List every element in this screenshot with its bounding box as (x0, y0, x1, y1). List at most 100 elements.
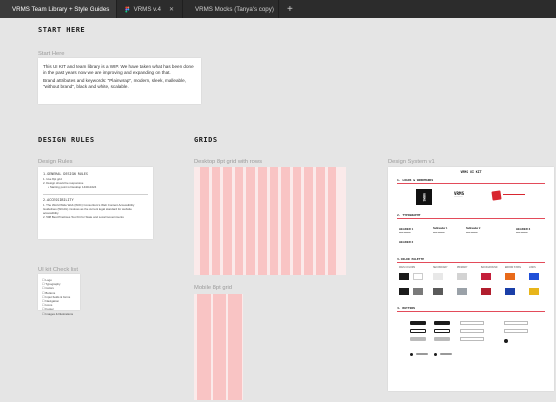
typo-sample-text: ▬▬ ▬▬▬ (399, 232, 411, 234)
color-swatch (529, 273, 539, 280)
swatch-group-label: ERROR STATE (505, 267, 521, 269)
plus-icon: + (287, 3, 293, 15)
vrms-logo-dark: VRMS (416, 189, 432, 205)
start-paragraph-2: Brand attributes and keywords: "Plainwra… (43, 78, 186, 90)
grid-column (200, 167, 209, 275)
frame-label-desktop-grid[interactable]: Desktop 8pt grid with rows (194, 159, 262, 165)
section-heading-design-rules: DESIGN RULES (38, 136, 95, 144)
grid-column (292, 167, 302, 275)
color-swatch (413, 273, 423, 280)
tab-team-library[interactable]: VRMS Team Library + Style Guides (0, 0, 117, 18)
color-swatch (457, 288, 467, 295)
grid-column (269, 167, 279, 275)
tab-label: VRMS Team Library + Style Guides (12, 5, 110, 13)
ds-divider (397, 262, 545, 263)
typo-header-1: HEADER 1 (399, 227, 414, 231)
close-icon[interactable]: ✕ (169, 6, 174, 13)
rules-section-2: 2.ACCESSIBILITY (43, 198, 74, 203)
sample-button-disabled (410, 337, 426, 341)
color-swatch (433, 288, 443, 295)
sample-label (416, 353, 428, 355)
grid-column (211, 167, 221, 275)
sample-radio (410, 353, 413, 356)
canvas[interactable]: START HERE Start Here This UI KIT and te… (0, 18, 556, 402)
color-swatch (529, 288, 539, 295)
color-swatch (505, 273, 515, 280)
ds-section-logos: 1. LOGOS & WORDMARKS (397, 178, 434, 182)
sample-radio (434, 353, 437, 356)
swatch-group-label: LINKS (529, 267, 536, 269)
ds-divider (397, 218, 545, 219)
design-system-frame[interactable]: VRMS UI KIT 1. LOGOS & WORDMARKS VRMS VR… (388, 167, 554, 391)
vrms-logo-red (491, 190, 502, 201)
sample-input (460, 329, 484, 333)
logo-red-line (503, 194, 525, 195)
frame-label-mobile-grid[interactable]: Mobile 8pt grid (194, 285, 232, 291)
tab-label: VRMS Mocks (Tanya's copy) (195, 5, 274, 13)
rules-section-1: 1.GENERAL DESIGN RULES (43, 172, 88, 176)
frame-label-design-system[interactable]: Design System v1 (388, 159, 435, 165)
typo-sample-text: ▬▬ ▬▬▬ (516, 232, 528, 234)
divider (43, 193, 148, 195)
swatch-group-label: MAIN COLORS (399, 267, 416, 269)
design-rules-frame[interactable]: 1.GENERAL DESIGN RULES 1. Use 8pt grid 2… (38, 167, 153, 239)
sample-radio (504, 339, 508, 343)
frame-label-start[interactable]: Start Here (38, 51, 64, 57)
mobile-grid-frame[interactable] (194, 294, 243, 400)
checklist-frame[interactable]: ☐ Logo ☐ Typography ☐ Colors ☐ Buttons ☐… (38, 274, 80, 316)
tab-vrms-mocks[interactable]: VRMS Mocks (Tanya's copy) (183, 0, 279, 18)
ds-divider (397, 183, 545, 184)
typo-header-2: HEADER 2 (399, 240, 414, 244)
color-swatch (413, 288, 423, 295)
ds-section-color: 3.COLOR PALETTE (397, 257, 425, 261)
grid-column (234, 167, 244, 275)
sample-button-secondary (434, 329, 450, 333)
tab-label: VRMS v.4 (133, 5, 161, 13)
color-swatch (505, 288, 515, 295)
color-swatch (457, 273, 467, 280)
sample-button-disabled (434, 337, 450, 341)
typo-header-3: HEADER 3 (516, 227, 531, 231)
ds-section-buttons: 4. BUTTONS (397, 306, 416, 310)
section-heading-start: START HERE (38, 26, 86, 34)
swatch-group-label: SECONDARY (433, 267, 448, 269)
swatch-group-label: BACKGROUND (481, 267, 498, 269)
vrms-wordmark: VRMS ———————— (454, 191, 465, 198)
sample-input (504, 321, 528, 325)
rules-list-2: 1. The World Wide Web (W3C) Consortium's… (43, 203, 135, 220)
start-here-frame[interactable]: This UI KIT and team library is a WIP. W… (38, 58, 201, 104)
sample-label (440, 353, 452, 355)
checklist-items: ☐ Logo ☐ Typography ☐ Colors ☐ Buttons ☐… (42, 278, 74, 316)
figma-icon (125, 6, 130, 12)
grid-column (327, 167, 337, 275)
tab-bar: VRMS Team Library + Style Guides VRMS v.… (0, 0, 556, 18)
color-swatch (433, 273, 443, 280)
grid-column (315, 167, 325, 275)
rules-list-1: 1. Use 8pt grid 2. Design should be resp… (43, 177, 97, 189)
ds-divider (397, 311, 545, 312)
color-swatch (399, 273, 409, 280)
sample-input (460, 321, 484, 325)
sample-button-primary (434, 321, 450, 325)
typo-subheader-2: Subheader 2 (466, 227, 481, 230)
ds-section-typography: 2. TYPOGRAPHY (397, 213, 421, 217)
sample-button-secondary (410, 329, 426, 333)
sample-button-primary (410, 321, 426, 325)
desktop-grid-frame[interactable] (194, 167, 346, 275)
color-swatch (481, 288, 491, 295)
grid-column (228, 294, 242, 400)
grid-column (281, 167, 290, 275)
frame-label-checklist[interactable]: UI kit Check list (38, 267, 78, 273)
grid-column (212, 294, 226, 400)
grid-column (246, 167, 255, 275)
tab-vrms-v4[interactable]: VRMS v.4 ✕ (117, 0, 183, 18)
section-heading-grids: GRIDS (194, 136, 218, 144)
typo-sample-text: ▬▬ ▬▬▬ (433, 232, 445, 234)
typo-subheader-1: Subheader 1 (433, 227, 448, 230)
add-tab-button[interactable]: + (279, 0, 301, 18)
grid-column (257, 167, 267, 275)
frame-label-design-rules[interactable]: Design Rules (38, 159, 72, 165)
grid-column (197, 294, 211, 400)
ds-title: VRMS UI KIT (460, 170, 482, 174)
color-swatch (399, 288, 409, 295)
